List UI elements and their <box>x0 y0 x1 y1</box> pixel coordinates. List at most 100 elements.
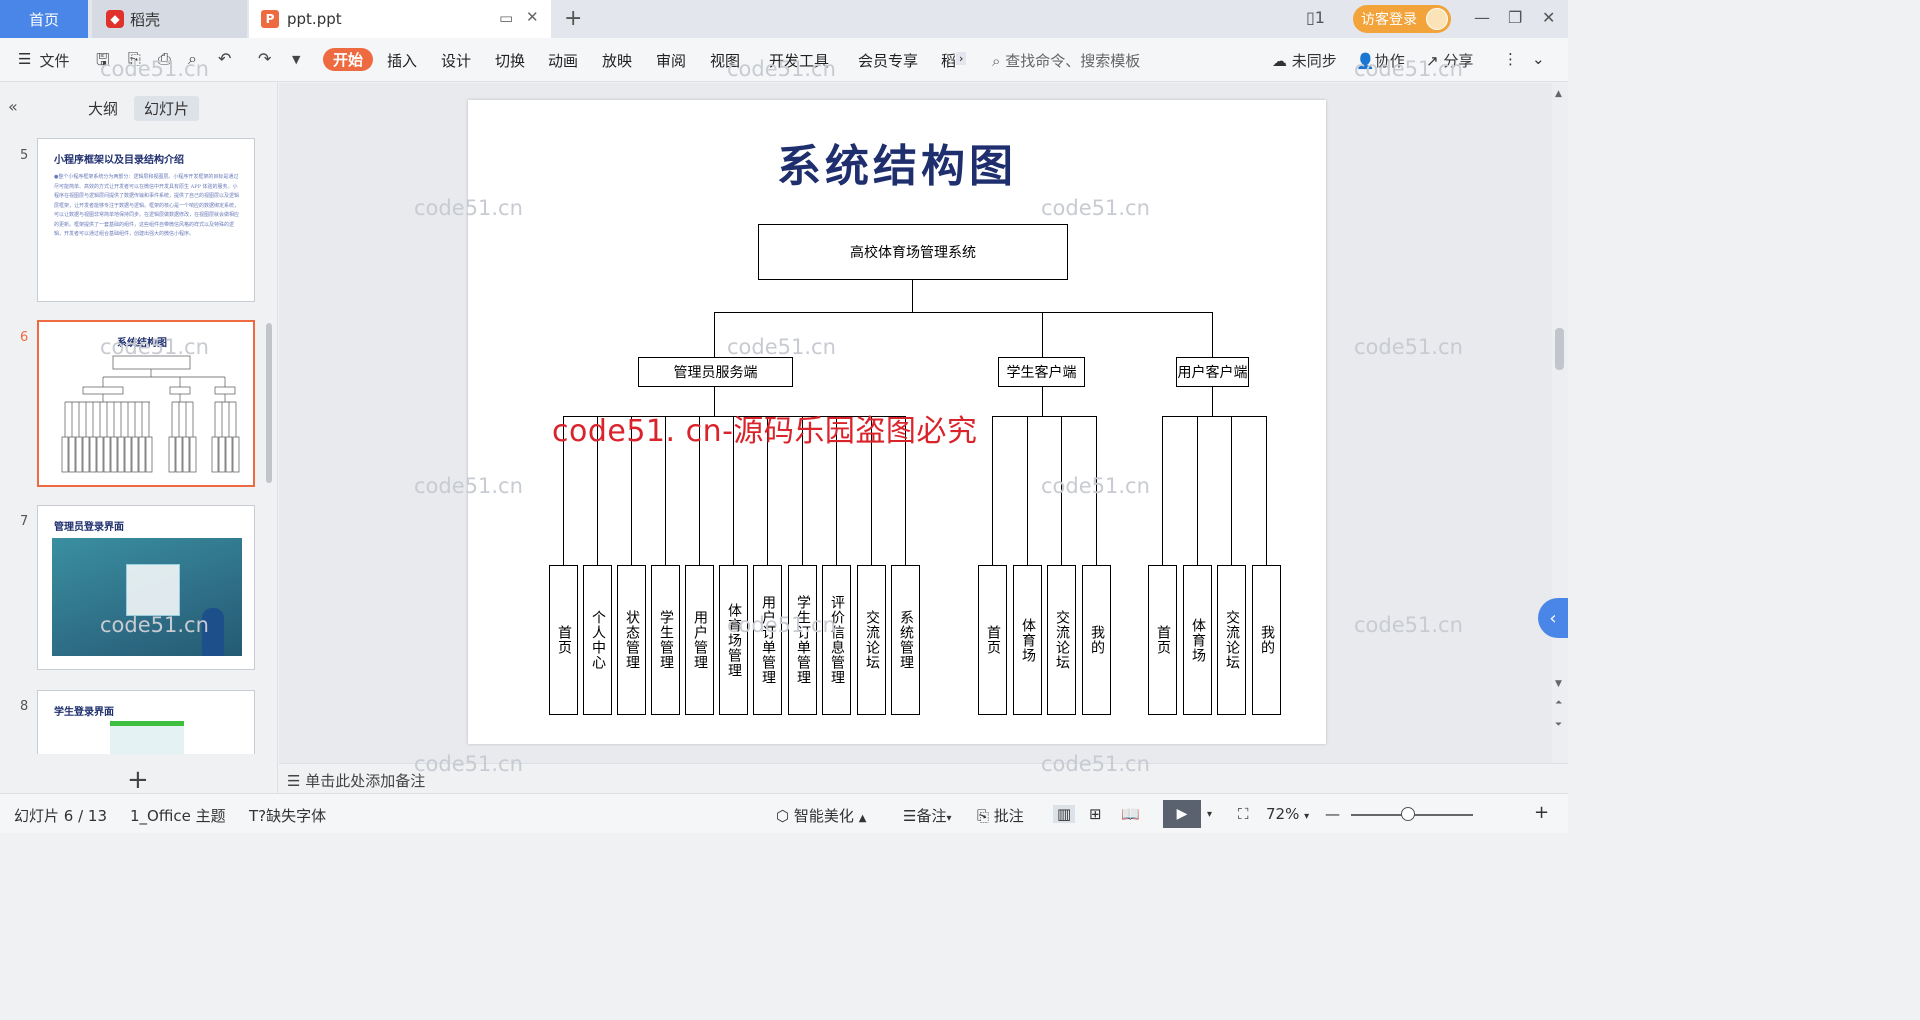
collapse-panel-icon[interactable]: « <box>8 97 18 116</box>
leaf-node[interactable]: 首页 <box>1148 565 1177 715</box>
smart-beautify-button[interactable]: ⬡ 智能美化 ▲ <box>776 805 866 826</box>
tab-slides[interactable]: 幻灯片 <box>134 96 200 121</box>
leaf-node[interactable]: 学生管理 <box>651 565 680 715</box>
slide-thumbnail-7[interactable]: 管理员登录界面 <box>37 505 255 670</box>
command-search[interactable]: ⌕ 查找命令、搜索模板 <box>992 50 1140 71</box>
menu-tab-review[interactable]: 审阅 <box>656 50 686 71</box>
tab-outline[interactable]: 大纲 <box>88 98 118 119</box>
leaf-node-label: 交流论坛 <box>864 610 880 670</box>
comment-button[interactable]: ⎘ 批注 <box>977 805 1024 826</box>
thumbnail-leaf <box>138 436 146 473</box>
menu-tab-insert[interactable]: 插入 <box>387 50 417 71</box>
zoom-level-label: 72% <box>1266 805 1300 823</box>
status-bar: 幻灯片 6 / 13 1_Office 主题 T?缺失字体 ⬡ 智能美化 ▲ ☰… <box>0 793 1568 833</box>
notes-placeholder[interactable]: ☰ 单击此处添加备注 <box>287 770 425 791</box>
leaf-node[interactable]: 我的 <box>1252 565 1281 715</box>
thumbnail-title: 学生登录界面 <box>54 707 114 718</box>
branch-admin[interactable]: 管理员服务端 <box>638 357 793 387</box>
workspace-icon[interactable]: ▯1 <box>1306 8 1325 27</box>
leaf-node[interactable]: 首页 <box>978 565 1007 715</box>
slide-thumbnail-8[interactable]: 学生登录界面 <box>37 690 255 754</box>
visitor-login-button[interactable]: 访客登录 <box>1353 5 1451 33</box>
next-slide-icon[interactable]: ⏷ <box>1555 720 1562 730</box>
leaf-node[interactable]: 体育场 <box>1013 565 1042 715</box>
grid-view-icon[interactable]: ⊞ <box>1089 805 1102 823</box>
leaf-node[interactable]: 首页 <box>549 565 578 715</box>
leaf-node[interactable]: 状态管理 <box>617 565 646 715</box>
zoom-in-icon[interactable]: + <box>1534 802 1549 823</box>
zoom-level[interactable]: 72% ▾ <box>1266 805 1309 823</box>
leaf-node[interactable]: 评价信息管理 <box>822 565 851 715</box>
scrollbar-thumb[interactable] <box>1555 328 1564 370</box>
menu-tab-daoke[interactable]: 稻 <box>941 50 956 71</box>
leaf-node[interactable]: 体育场 <box>1183 565 1212 715</box>
leaf-node[interactable]: 交流论坛 <box>857 565 886 715</box>
thumbnail-login-image <box>110 721 184 754</box>
notes-toggle-button[interactable]: ☰备注▾ <box>903 805 952 826</box>
fit-window-icon[interactable]: ⛶ <box>1238 805 1249 823</box>
window-close-icon[interactable]: ✕ <box>1542 8 1555 27</box>
connector <box>1231 416 1232 565</box>
tab-home[interactable]: 首页 <box>0 0 88 38</box>
menu-tab-slideshow[interactable]: 放映 <box>602 50 632 71</box>
root-node-label: 高校体育场管理系统 <box>850 245 976 261</box>
collapse-ribbon-icon[interactable]: ⌄ <box>1532 50 1545 68</box>
quick-access-dropdown-icon[interactable]: ▼ <box>292 53 300 66</box>
leaf-node[interactable]: 交流论坛 <box>1217 565 1246 715</box>
more-tabs-icon[interactable]: › <box>956 52 967 65</box>
menu-tab-transition[interactable]: 切换 <box>495 50 525 71</box>
tab-daoke[interactable]: ◆ 稻壳 <box>92 0 247 38</box>
canvas-scrollbar[interactable]: ▲ ▼ ⏶ ⏷ <box>1552 83 1568 763</box>
watermark-text: code51.cn <box>1354 335 1463 359</box>
chevron-up-icon: ▲ <box>858 813 867 824</box>
branch-user[interactable]: 用户客户端 <box>1176 357 1249 387</box>
missing-font-button[interactable]: T?缺失字体 <box>249 805 326 826</box>
more-icon[interactable]: ⋮ <box>1503 50 1518 68</box>
theme-name[interactable]: 1_Office 主题 <box>130 805 226 826</box>
sync-status[interactable]: ☁ 未同步 <box>1272 50 1337 71</box>
slide-thumbnail-5[interactable]: 小程序框架以及目录结构介绍 ●整个小程序框架系统分为两部分：逻辑层和视图层。小程… <box>37 138 255 302</box>
leaf-node[interactable]: 用户管理 <box>685 565 714 715</box>
leaf-node[interactable]: 系统管理 <box>891 565 920 715</box>
tab-document[interactable]: P ppt.ppt ▭ ✕ <box>249 0 551 38</box>
close-tab-icon[interactable]: ✕ <box>526 8 539 26</box>
scroll-down-icon[interactable]: ▼ <box>1555 679 1562 689</box>
leaf-node[interactable]: 学生订单管理 <box>788 565 817 715</box>
undo-icon[interactable]: ↶ <box>218 49 231 68</box>
zoom-out-icon[interactable]: — <box>1325 805 1340 823</box>
leaf-node[interactable]: 个人中心 <box>583 565 612 715</box>
play-slideshow-button[interactable]: ▶ <box>1163 800 1201 828</box>
leaf-node[interactable]: 体育场管理 <box>719 565 748 715</box>
panel-scrollbar[interactable] <box>266 323 272 483</box>
prev-slide-icon[interactable]: ⏶ <box>1555 698 1562 708</box>
menu-tab-home[interactable]: 开始 <box>323 48 374 71</box>
zoom-slider-knob[interactable] <box>1401 807 1415 821</box>
menu-tab-animation[interactable]: 动画 <box>548 50 578 71</box>
connector <box>1042 387 1043 417</box>
slide-number: 6 <box>20 330 29 345</box>
redo-icon[interactable]: ↷ <box>258 49 271 68</box>
leaf-node[interactable]: 交流论坛 <box>1047 565 1076 715</box>
add-slide-button[interactable]: + <box>127 765 149 795</box>
leaf-node-label: 学生管理 <box>658 610 674 670</box>
play-dropdown-icon[interactable]: ▾ <box>1207 809 1212 820</box>
new-tab-button[interactable]: + <box>564 6 582 31</box>
menu-tab-member[interactable]: 会员专享 <box>858 50 918 71</box>
reading-view-icon[interactable]: 📖 <box>1121 805 1140 823</box>
connector <box>714 312 715 357</box>
thumbnail-login-image <box>52 538 242 656</box>
connector <box>1197 416 1198 565</box>
file-menu[interactable]: ☰ 文件 <box>18 50 69 71</box>
normal-view-icon[interactable]: ▥ <box>1053 805 1076 823</box>
leaf-node[interactable]: 我的 <box>1082 565 1111 715</box>
leaf-node-label: 评价信息管理 <box>829 595 845 685</box>
minimize-icon[interactable]: — <box>1474 8 1490 27</box>
restore-icon[interactable]: ❐ <box>1508 8 1522 27</box>
root-node[interactable]: 高校体育场管理系统 <box>758 224 1068 280</box>
scroll-up-icon[interactable]: ▲ <box>1555 89 1562 99</box>
slide-title[interactable]: 系统结构图 <box>468 130 1326 194</box>
branch-student[interactable]: 学生客户端 <box>998 357 1085 387</box>
screen-icon[interactable]: ▭ <box>499 9 513 27</box>
leaf-node[interactable]: 用户订单管理 <box>753 565 782 715</box>
menu-tab-design[interactable]: 设计 <box>441 50 471 71</box>
